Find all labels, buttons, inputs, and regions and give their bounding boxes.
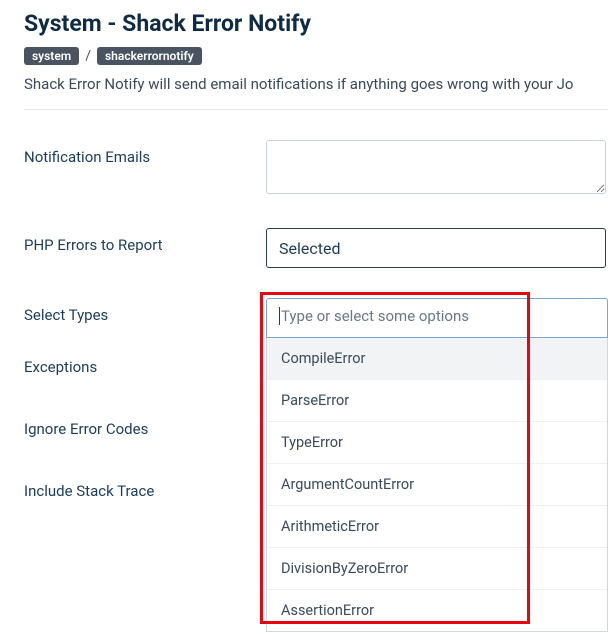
ignore-codes-label: Ignore Error Codes <box>24 420 266 438</box>
select-types-dropdown: CompileError ParseError TypeError Argume… <box>266 338 608 632</box>
divider <box>24 109 608 110</box>
breadcrumb: system / shackerrornotify <box>24 47 608 65</box>
breadcrumb-separator: / <box>85 48 91 64</box>
php-errors-value: Selected <box>279 239 340 258</box>
page-description: Shack Error Notify will send email notif… <box>24 75 608 93</box>
stack-trace-label: Include Stack Trace <box>24 482 266 500</box>
dropdown-option[interactable]: ArgumentCountError <box>267 463 607 505</box>
notification-emails-input[interactable] <box>266 140 606 194</box>
select-types-label: Select Types <box>24 298 266 324</box>
page-title: System - Shack Error Notify <box>24 10 608 37</box>
dropdown-option[interactable]: TypeError <box>267 421 607 463</box>
text-cursor <box>279 307 280 325</box>
breadcrumb-segment-system: system <box>24 47 79 65</box>
dropdown-option[interactable]: DivisionByZeroError <box>267 547 607 589</box>
dropdown-option[interactable]: AssertionError <box>267 589 607 631</box>
php-errors-label: PHP Errors to Report <box>24 228 266 254</box>
breadcrumb-segment-plugin: shackerrornotify <box>97 47 202 65</box>
php-errors-select[interactable]: Selected <box>266 228 606 268</box>
exceptions-label: Exceptions <box>24 358 266 376</box>
notification-emails-label: Notification Emails <box>24 140 266 166</box>
dropdown-option[interactable]: ParseError <box>267 379 607 421</box>
dropdown-option[interactable]: CompileError <box>267 338 607 379</box>
dropdown-option[interactable]: ArithmeticError <box>267 505 607 547</box>
select-types-placeholder: Type or select some options <box>281 307 469 325</box>
select-types-input[interactable]: Type or select some options <box>266 298 608 338</box>
